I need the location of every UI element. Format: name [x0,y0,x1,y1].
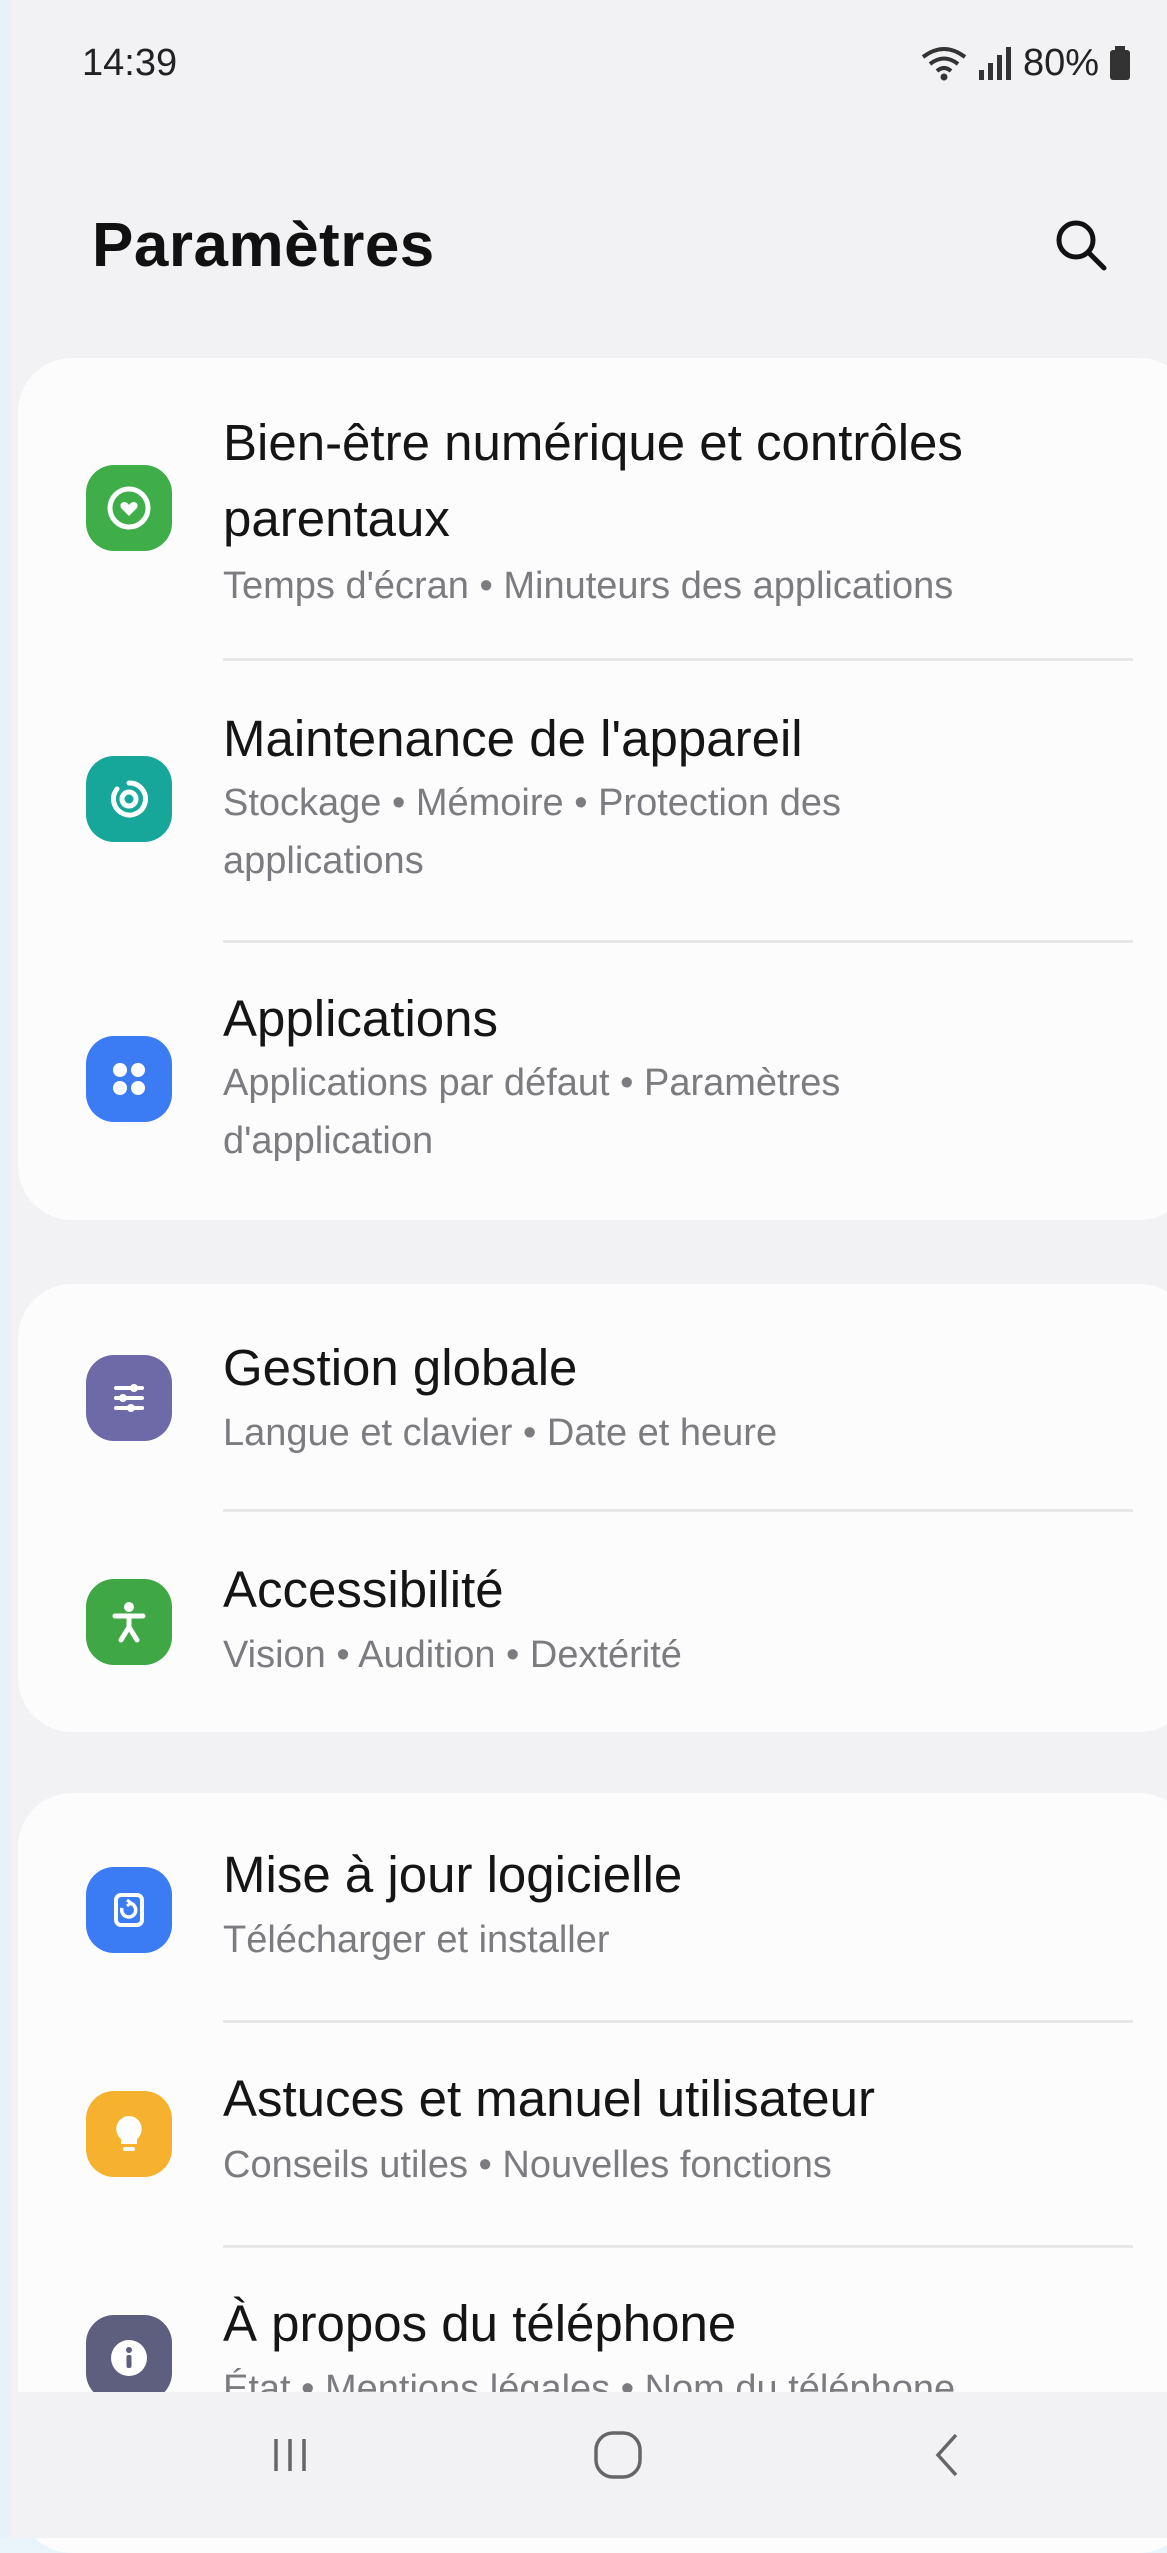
app-header: Paramètres [10,190,1167,300]
item-subtitle: Télécharger et installer [223,1919,610,1961]
item-title: Accessibilité [223,1561,504,1618]
battery-icon [1110,46,1130,80]
page-title: Paramètres [92,210,435,280]
item-subtitle: Temps d'écran • Minuteurs des applicatio… [223,565,954,607]
general-management-icon [86,1355,172,1441]
recents-button[interactable] [230,2405,350,2505]
item-title: Mise à jour logicielle [223,1846,683,1903]
status-icons: 80% [921,42,1131,85]
software-update-icon [86,1867,172,1953]
device-care-icon [86,756,172,842]
settings-group-1: Bien-être numérique et contrôles parenta… [18,358,1167,1220]
digital-wellbeing-icon [86,465,172,551]
item-subtitle-line2: applications [223,840,424,882]
item-subtitle: Applications par défaut • Paramètres [223,1062,841,1104]
status-time: 14:39 [82,41,178,84]
signal-icon [978,47,1011,80]
list-item-device-care[interactable]: Maintenance de l'appareil Stockage • Mém… [18,661,1167,940]
accessibility-icon [86,1579,172,1665]
info-icon [86,2315,172,2401]
item-title: Maintenance de l'appareil [223,710,803,767]
recents-icon [274,2439,306,2471]
back-button[interactable] [888,2405,1008,2505]
list-item-digital-wellbeing[interactable]: Bien-être numérique et contrôles parenta… [18,358,1167,658]
item-title-line2: parentaux [223,490,450,547]
item-subtitle: Vision • Audition • Dextérité [223,1634,682,1676]
item-subtitle: Conseils utiles • Nouvelles fonctions [223,2144,832,2186]
tips-bulb-icon [86,2091,172,2177]
settings-screen: 14:39 80% Paramètres Bien-être numérique… [0,0,1167,2553]
list-item-tips-manual[interactable]: Astuces et manuel utilisateur Conseils u… [18,2023,1167,2245]
search-icon [1056,220,1107,271]
item-title: Gestion globale [223,1339,578,1396]
list-item-software-update[interactable]: Mise à jour logicielle Télécharger et in… [18,1793,1167,2020]
item-subtitle: Langue et clavier • Date et heure [223,1412,778,1454]
battery-percent: 80% [1022,41,1099,84]
apps-icon [86,1036,172,1122]
list-item-applications[interactable]: Applications Applications par défaut • P… [18,943,1167,1220]
list-item-general-management[interactable]: Gestion globale Langue et clavier • Date… [18,1284,1167,1509]
item-title: Bien-être numérique et contrôles [223,414,963,471]
item-subtitle: Stockage • Mémoire • Protection des [223,782,842,824]
item-title: Astuces et manuel utilisateur [223,2070,875,2127]
settings-group-2: Gestion globale Langue et clavier • Date… [18,1284,1167,1732]
search-button[interactable] [1041,205,1121,285]
back-icon [935,2433,958,2477]
navigation-bar [10,2405,1167,2505]
wifi-icon [921,47,967,81]
home-button[interactable] [558,2405,678,2505]
home-icon [594,2431,642,2479]
item-title: À propos du téléphone [223,2295,737,2352]
status-bar: 14:39 80% [10,28,1167,98]
list-item-accessibility[interactable]: Accessibilité Vision • Audition • Dextér… [18,1512,1167,1732]
item-subtitle-line2: d'application [223,1120,434,1162]
item-title: Applications [223,990,498,1047]
